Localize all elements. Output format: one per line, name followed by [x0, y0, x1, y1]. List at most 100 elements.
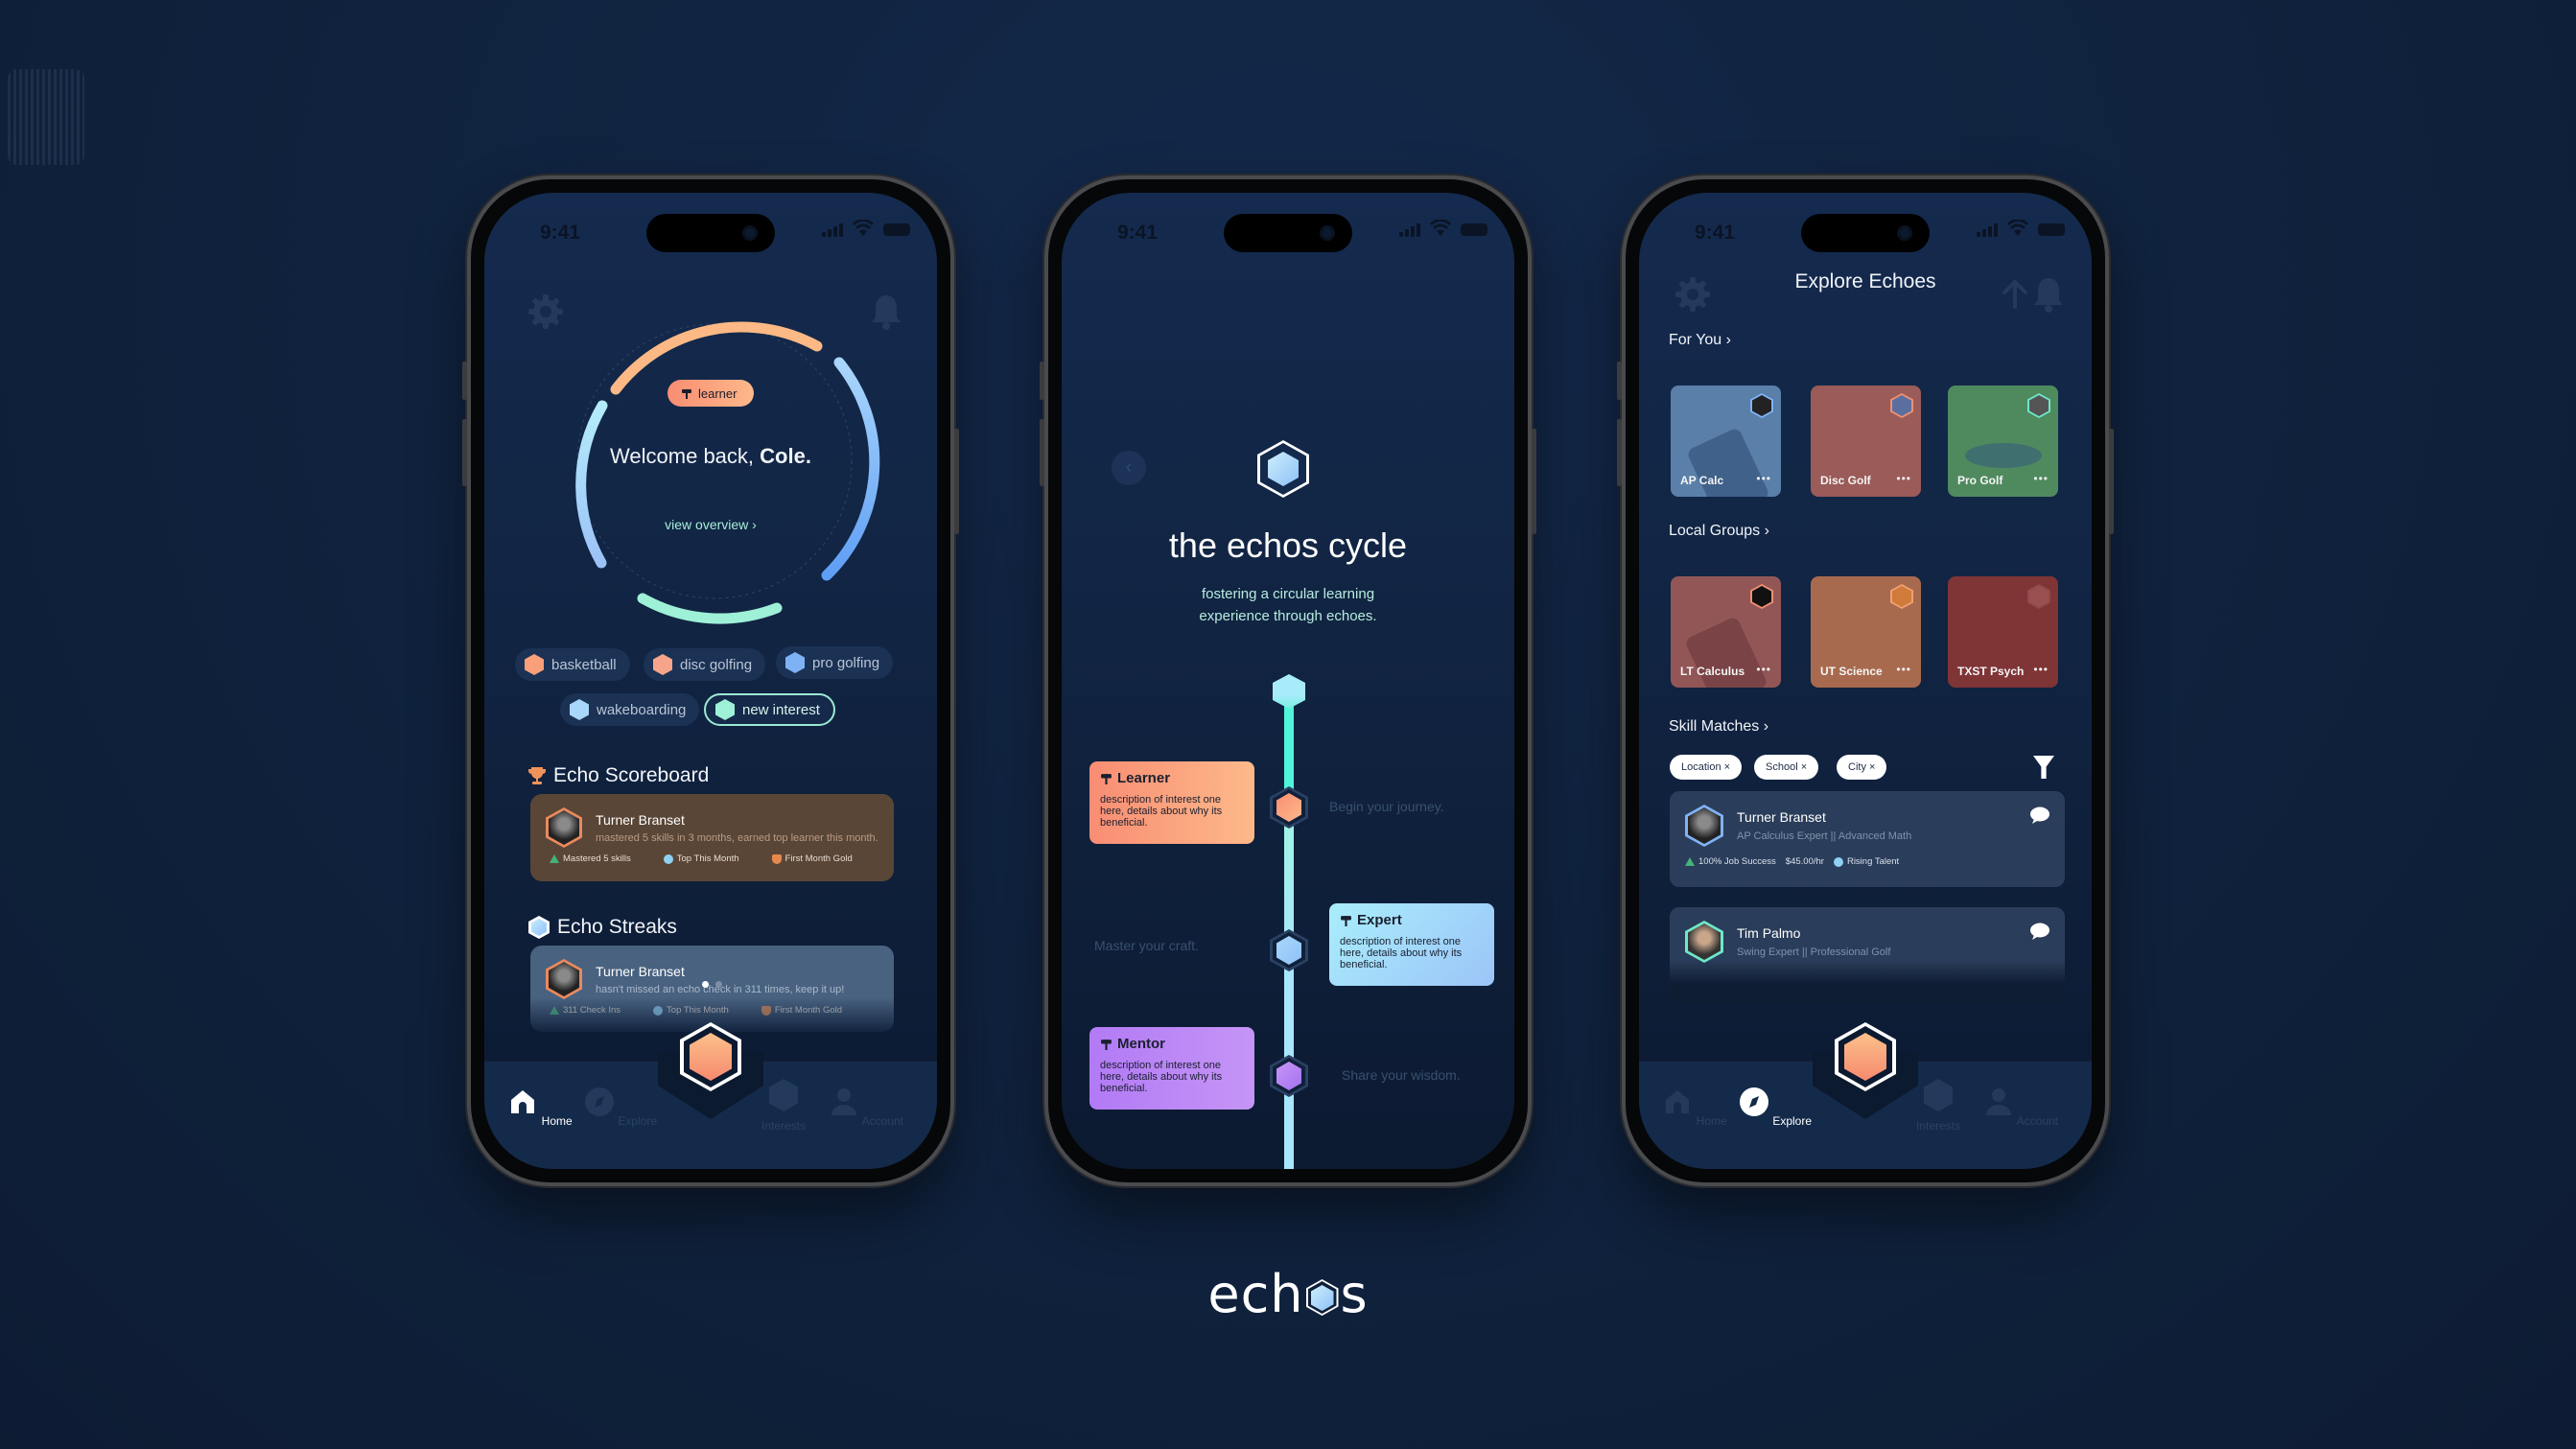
- status-bar: 9:41: [1639, 193, 2092, 260]
- group-tile-txst-psych[interactable]: TXST Psych •••: [1948, 576, 2058, 688]
- interest-chip-disc-golfing[interactable]: disc golfing: [644, 648, 766, 681]
- scoreboard-card[interactable]: Turner Branset mastered 5 skills in 3 mo…: [530, 794, 894, 881]
- status-time: 9:41: [1117, 222, 1159, 244]
- group-logo: [1890, 584, 1913, 609]
- phone-explore: 9:41 Explore Echoes For You › AP Calc ••…: [1617, 175, 2114, 1186]
- streak-user-name: Turner Branset: [596, 963, 685, 979]
- badge-label: First Month Gold: [774, 1005, 843, 1016]
- nav-interests[interactable]: Interests: [1900, 1079, 1977, 1133]
- phone-side-button: [462, 362, 467, 400]
- local-groups-link[interactable]: Local Groups ›: [1669, 523, 1769, 540]
- section-title-text: Echo Streaks: [557, 916, 677, 938]
- timeline-node-expert[interactable]: [1270, 929, 1308, 971]
- role-card-learner[interactable]: Learner description of interest one here…: [1089, 761, 1254, 844]
- dynamic-island: [1224, 214, 1352, 252]
- badge-top-month: Top This Month: [653, 1005, 729, 1016]
- interest-chip-basketball[interactable]: basketball: [515, 648, 630, 681]
- nav-explore[interactable]: Explore: [1737, 1087, 1814, 1128]
- chip-label: disc golfing: [680, 656, 753, 673]
- skill-match-card[interactable]: Tim Palmo Swing Expert || Professional G…: [1670, 907, 2065, 1003]
- skill-match-card[interactable]: Turner Branset AP Calculus Expert || Adv…: [1670, 791, 2065, 887]
- chip-label: new interest: [742, 701, 820, 718]
- interest-chip-wakeboarding[interactable]: wakeboarding: [560, 693, 700, 726]
- battery-icon: [2038, 223, 2065, 236]
- more-options-icon[interactable]: •••: [1896, 663, 1911, 676]
- notification-bell-icon[interactable]: [2032, 275, 2065, 314]
- nav-explore[interactable]: Explore: [582, 1087, 659, 1128]
- badge-mastered: Mastered 5 skills: [550, 853, 631, 864]
- more-options-icon[interactable]: •••: [1896, 472, 1911, 485]
- filter-chip-city[interactable]: City ×: [1837, 755, 1887, 780]
- role-card-expert[interactable]: Expert description of interest one here,…: [1329, 903, 1494, 986]
- phone-side-button: [2109, 429, 2114, 534]
- group-tile-lt-calculus[interactable]: LT Calculus •••: [1671, 576, 1781, 688]
- group-logo: [1750, 584, 1773, 609]
- phone-side-button: [1532, 429, 1536, 534]
- role-title: Learner: [1117, 770, 1171, 786]
- for-you-tile-ap-calc[interactable]: AP Calc •••: [1671, 386, 1781, 497]
- badge-check-ins: 311 Check Ins: [550, 1005, 621, 1016]
- phone-cycle: 9:41 ‹ the echos cycle fostering a circu…: [1040, 175, 1536, 1186]
- badge-label: Top This Month: [676, 853, 739, 864]
- carousel-dot-active[interactable]: [702, 981, 709, 988]
- for-you-link[interactable]: For You ›: [1669, 332, 1731, 349]
- nav-account[interactable]: Account: [1982, 1087, 2059, 1128]
- nav-account[interactable]: Account: [828, 1087, 904, 1128]
- home-icon: [511, 1090, 535, 1113]
- nav-label: Explore: [1772, 1114, 1813, 1128]
- filter-chip-school[interactable]: School ×: [1754, 755, 1819, 780]
- phone-side-button: [1617, 419, 1622, 486]
- hex-icon: [785, 652, 805, 673]
- scoreboard-description: mastered 5 skills in 3 months, earned to…: [596, 831, 878, 844]
- view-overview-link[interactable]: view overview ›: [484, 517, 937, 532]
- badge-gold: First Month Gold: [771, 853, 853, 864]
- cycle-subtitle: fostering a circular learning experience…: [1062, 583, 1514, 627]
- more-options-icon[interactable]: •••: [1756, 663, 1771, 676]
- status-time: 9:41: [540, 222, 581, 244]
- filter-funnel-icon[interactable]: [2033, 756, 2054, 779]
- share-arrow-up-icon[interactable]: [2002, 280, 2028, 309]
- more-options-icon[interactable]: •••: [2033, 663, 2049, 676]
- role-badge-label: learner: [698, 386, 738, 401]
- nav-interests[interactable]: Interests: [745, 1079, 822, 1133]
- timeline-node-learner[interactable]: [1270, 786, 1308, 829]
- subtitle-line: experience through echoes.: [1199, 608, 1377, 624]
- role-card-mentor[interactable]: Mentor description of interest one here,…: [1089, 1027, 1254, 1110]
- add-new-interest-chip[interactable]: new interest: [704, 693, 835, 726]
- triangle-icon: [1685, 857, 1695, 866]
- chat-bubble-icon[interactable]: [2030, 806, 2049, 824]
- interest-chip-pro-golfing[interactable]: pro golfing: [776, 646, 894, 679]
- cycle-title: the echos cycle: [1168, 526, 1408, 565]
- more-options-icon[interactable]: •••: [1756, 472, 1771, 485]
- skill-matches-link[interactable]: Skill Matches ›: [1669, 718, 1768, 736]
- trophy-icon: [761, 1005, 771, 1016]
- phone-side-button: [1617, 362, 1622, 400]
- dynamic-island: [1801, 214, 1930, 252]
- scoreboard-user-name: Turner Branset: [596, 811, 685, 828]
- back-button[interactable]: ‹: [1112, 451, 1146, 485]
- streak-card[interactable]: Turner Branset hasn't missed an echo che…: [530, 946, 894, 1032]
- nav-home[interactable]: Home: [502, 1087, 578, 1128]
- for-you-tile-pro-golf[interactable]: Pro Golf •••: [1948, 386, 2058, 497]
- background-decoration: [8, 69, 84, 165]
- explore-screen: 9:41 Explore Echoes For You › AP Calc ••…: [1639, 193, 2092, 1169]
- more-options-icon[interactable]: •••: [2033, 472, 2049, 485]
- badge-label: Mastered 5 skills: [563, 853, 631, 864]
- rising-icon: [653, 1005, 664, 1016]
- phone-side-button: [1040, 419, 1044, 486]
- phone-side-button: [954, 429, 959, 534]
- creator-avatar: [1750, 393, 1773, 418]
- nav-home[interactable]: Home: [1656, 1087, 1733, 1128]
- account-icon: [831, 1088, 856, 1115]
- chat-bubble-icon[interactable]: [2030, 923, 2049, 940]
- badge-label: 311 Check Ins: [563, 1005, 621, 1016]
- filter-chip-location[interactable]: Location ×: [1670, 755, 1743, 780]
- hex-logo-icon: [528, 916, 550, 939]
- group-tile-ut-science[interactable]: UT Science •••: [1811, 576, 1921, 688]
- for-you-tile-disc-golf[interactable]: Disc Golf •••: [1811, 386, 1921, 497]
- tile-label: TXST Psych: [1957, 665, 2025, 678]
- echos-hex-logo-icon: [1257, 440, 1309, 498]
- timeline-node-mentor[interactable]: [1270, 1055, 1308, 1097]
- compass-icon: [1739, 1087, 1768, 1116]
- carousel-dot[interactable]: [715, 981, 722, 988]
